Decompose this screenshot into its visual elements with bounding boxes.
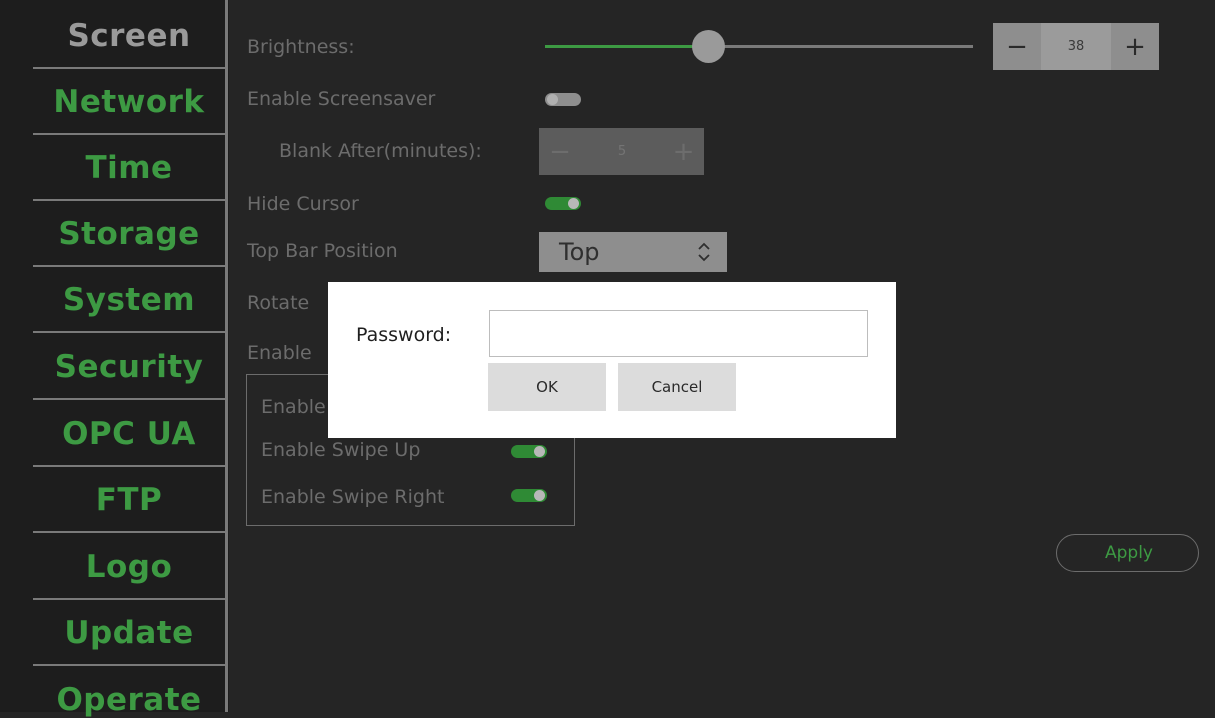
- brightness-slider-handle[interactable]: [691, 30, 725, 63]
- screensaver-toggle[interactable]: [545, 93, 581, 106]
- sidebar-item-screen[interactable]: Screen: [33, 5, 225, 69]
- enable-label: Enable: [247, 342, 312, 364]
- blank-after-increment-button[interactable]: +: [663, 128, 704, 175]
- sidebar-item-update[interactable]: Update: [33, 602, 225, 666]
- apply-label: Apply: [1105, 543, 1153, 563]
- toggle-knob: [547, 94, 558, 105]
- sidebar-item-logo[interactable]: Logo: [33, 536, 225, 600]
- brightness-slider-fill: [545, 45, 708, 48]
- blank-after-decrement-button[interactable]: −: [539, 128, 581, 175]
- sidebar-item-network[interactable]: Network: [33, 71, 225, 135]
- sidebar-item-operate[interactable]: Operate: [33, 668, 225, 718]
- password-label: Password:: [356, 324, 452, 346]
- toggle-knob: [568, 198, 579, 209]
- sidebar-divider: [225, 0, 228, 712]
- sidebar-item-security[interactable]: Security: [33, 336, 225, 400]
- up-down-chevron-icon: [698, 242, 710, 262]
- password-dialog: Password: OK Cancel: [328, 282, 896, 438]
- ok-button[interactable]: OK: [488, 363, 606, 411]
- blank-after-value: 5: [581, 128, 663, 175]
- swipe-up-toggle[interactable]: [511, 445, 547, 458]
- sidebar-item-ftp[interactable]: FTP: [33, 469, 225, 533]
- password-input[interactable]: [489, 310, 868, 357]
- sidebar-item-time[interactable]: Time: [33, 137, 225, 201]
- swipe-right-label: Enable Swipe Right: [261, 486, 445, 508]
- sidebar: Screen Network Time Storage System Secur…: [0, 0, 229, 718]
- screensaver-label: Enable Screensaver: [247, 88, 436, 110]
- brightness-label: Brightness:: [247, 36, 355, 58]
- top-bar-position-select[interactable]: Top: [539, 232, 727, 272]
- apply-button[interactable]: Apply: [1056, 534, 1199, 572]
- hide-cursor-label: Hide Cursor: [247, 193, 359, 215]
- toggle-knob: [534, 490, 545, 501]
- sidebar-item-system[interactable]: System: [33, 269, 225, 333]
- blank-after-stepper: − 5 +: [539, 128, 704, 175]
- top-bar-position-value: Top: [559, 238, 600, 266]
- sidebar-item-storage[interactable]: Storage: [33, 203, 225, 267]
- cancel-button[interactable]: Cancel: [618, 363, 736, 411]
- sidebar-item-opc-ua[interactable]: OPC UA: [33, 403, 225, 467]
- hide-cursor-toggle[interactable]: [545, 197, 581, 210]
- swipe-right-toggle[interactable]: [511, 489, 547, 502]
- toggle-knob: [534, 446, 545, 457]
- rotate-label: Rotate: [247, 292, 310, 314]
- brightness-increment-button[interactable]: +: [1111, 23, 1159, 70]
- brightness-value: 38: [1041, 23, 1111, 70]
- top-bar-position-label: Top Bar Position: [247, 240, 398, 262]
- brightness-stepper: − 38 +: [993, 23, 1159, 70]
- blank-after-label: Blank After(minutes):: [279, 140, 482, 162]
- brightness-decrement-button[interactable]: −: [993, 23, 1041, 70]
- swipe-up-label: Enable Swipe Up: [261, 439, 421, 461]
- swipe-enable-label: Enable: [261, 396, 326, 418]
